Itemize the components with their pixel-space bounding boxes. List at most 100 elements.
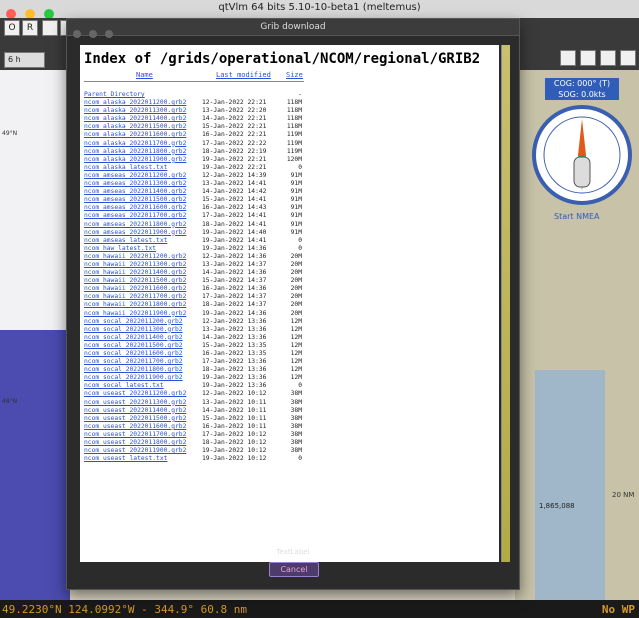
file-link[interactable]: ncom_alaska_latest.txt	[84, 164, 202, 172]
file-link[interactable]: ncom_hawaii_2022011300.grb2	[84, 261, 202, 269]
file-size: 118M	[286, 107, 302, 115]
file-link[interactable]: ncom_amseas_2022011600.grb2	[84, 204, 202, 212]
column-header-modified[interactable]: Last modified	[216, 71, 271, 79]
parent-directory-link[interactable]: Parent Directory	[84, 91, 202, 99]
file-link[interactable]: ncom_socal_2022011500.grb2	[84, 342, 202, 350]
file-link[interactable]: ncom_amseas_2022011300.grb2	[84, 180, 202, 188]
file-modified: 14-Jan-2022 13:36	[202, 333, 267, 341]
file-size: 38M	[290, 414, 302, 422]
file-link[interactable]: ncom_useast_2022011500.grb2	[84, 415, 202, 423]
file-modified: 15-Jan-2022 22:21	[202, 123, 267, 131]
file-link[interactable]: ncom_alaska_2022011800.grb2	[84, 148, 202, 156]
file-row: ncom_socal_latest.txt 19-Jan-2022 13:36 0	[84, 382, 499, 390]
file-modified: 19-Jan-2022 13:36	[202, 374, 267, 382]
file-link[interactable]: ncom_alaska_2022011200.grb2	[84, 99, 202, 107]
file-size: 118M	[286, 99, 302, 107]
file-link[interactable]: ncom_amseas_2022011700.grb2	[84, 212, 202, 220]
file-link[interactable]: ncom_useast_2022011600.grb2	[84, 423, 202, 431]
file-link[interactable]: ncom_socal_2022011600.grb2	[84, 350, 202, 358]
file-link[interactable]: ncom_amseas_2022011900.grb2	[84, 229, 202, 237]
file-size: 12M	[290, 317, 302, 325]
toolbar-button[interactable]	[560, 50, 576, 66]
toolbar-button[interactable]	[620, 50, 636, 66]
start-nmea-link[interactable]: Start NMEA	[554, 212, 600, 221]
vertical-scrollbar[interactable]	[501, 45, 510, 562]
page-title: Index of /grids/operational/NCOM/regiona…	[84, 51, 481, 67]
file-link[interactable]: ncom_hawaii_2022011500.grb2	[84, 277, 202, 285]
file-modified: 19-Jan-2022 10:12	[202, 447, 267, 455]
file-size: 38M	[290, 398, 302, 406]
sog-readout: SOG: 0.0kts	[545, 89, 619, 100]
file-link[interactable]: ncom_amseas_latest.txt	[84, 237, 202, 245]
file-row: ncom_hawaii_2022011500.grb2 15-Jan-2022 1…	[84, 277, 499, 285]
file-size: 12M	[290, 341, 302, 349]
file-modified: 18-Jan-2022 13:36	[202, 366, 267, 374]
file-row: ncom_hawaii_2022011400.grb2 14-Jan-2022 1…	[84, 269, 499, 277]
file-link[interactable]: ncom_socal_2022011800.grb2	[84, 366, 202, 374]
cancel-button[interactable]: Cancel	[269, 562, 319, 577]
file-link[interactable]: ncom_socal_latest.txt	[84, 382, 202, 390]
file-modified: 15-Jan-2022 13:35	[202, 341, 267, 349]
file-row: ncom_useast_2022011900.grb2 19-Jan-2022 1…	[84, 447, 499, 455]
file-row: Parent Directory -	[84, 91, 499, 99]
file-link[interactable]: ncom_alaska_2022011500.grb2	[84, 123, 202, 131]
toolbar-button[interactable]	[600, 50, 616, 66]
file-size: 38M	[290, 422, 302, 430]
toolbar-button[interactable]	[42, 20, 58, 36]
file-size: 119M	[286, 131, 302, 139]
file-link[interactable]: ncom_haw_latest.txt	[84, 245, 202, 253]
file-link[interactable]: ncom_useast_2022011200.grb2	[84, 390, 202, 398]
file-size: 20M	[290, 252, 302, 260]
file-link[interactable]: ncom_alaska_2022011700.grb2	[84, 140, 202, 148]
file-row: ncom_hawaii_2022011200.grb2 12-Jan-2022 1…	[84, 253, 499, 261]
toolbar-button[interactable]	[580, 50, 596, 66]
toolbar-button-r[interactable]: R	[22, 20, 38, 36]
file-link[interactable]: ncom_alaska_2022011300.grb2	[84, 107, 202, 115]
column-header-size[interactable]: Size	[286, 71, 303, 79]
file-link[interactable]: ncom_useast_2022011900.grb2	[84, 447, 202, 455]
file-link[interactable]: ncom_alaska_2022011900.grb2	[84, 156, 202, 164]
file-link[interactable]: ncom_hawaii_2022011600.grb2	[84, 285, 202, 293]
file-size: 118M	[286, 123, 302, 131]
file-link[interactable]: ncom_hawaii_2022011800.grb2	[84, 301, 202, 309]
file-row: ncom_useast_2022011700.grb2 17-Jan-2022 1…	[84, 431, 499, 439]
file-row: ncom_amseas_2022011700.grb2 17-Jan-2022 1…	[84, 212, 499, 220]
file-link[interactable]: ncom_hawaii_2022011900.grb2	[84, 310, 202, 318]
column-header-name[interactable]: Name	[136, 71, 153, 79]
dialog-title-bar: Grib download	[67, 19, 519, 38]
file-row: ncom_alaska_2022011700.grb2 17-Jan-2022 2…	[84, 140, 499, 148]
file-link[interactable]: ncom_amseas_2022011800.grb2	[84, 221, 202, 229]
file-link[interactable]: ncom_socal_2022011400.grb2	[84, 334, 202, 342]
file-link[interactable]: ncom_useast_2022011700.grb2	[84, 431, 202, 439]
file-size: 20M	[290, 309, 302, 317]
file-link[interactable]: ncom_hawaii_2022011400.grb2	[84, 269, 202, 277]
file-link[interactable]: ncom_socal_2022011900.grb2	[84, 374, 202, 382]
file-link[interactable]: ncom_hawaii_2022011700.grb2	[84, 293, 202, 301]
time-step-select[interactable]: 6 h	[4, 52, 45, 68]
file-link[interactable]: ncom_amseas_2022011400.grb2	[84, 188, 202, 196]
file-link[interactable]: ncom_amseas_2022011200.grb2	[84, 172, 202, 180]
file-link[interactable]: ncom_useast_2022011400.grb2	[84, 407, 202, 415]
file-link[interactable]: ncom_alaska_2022011600.grb2	[84, 131, 202, 139]
compass-rose	[532, 105, 632, 205]
file-size: 91M	[290, 228, 302, 236]
file-link[interactable]: ncom_amseas_2022011500.grb2	[84, 196, 202, 204]
file-row: ncom_amseas_2022011300.grb2 13-Jan-2022 1…	[84, 180, 499, 188]
file-size: 12M	[290, 350, 302, 357]
file-link[interactable]: ncom_useast_latest.txt	[84, 455, 202, 463]
file-link[interactable]: ncom_alaska_2022011400.grb2	[84, 115, 202, 123]
file-modified: 18-Jan-2022 14:41	[202, 220, 267, 228]
file-link[interactable]: ncom_useast_2022011300.grb2	[84, 399, 202, 407]
lat-label: 49°N	[2, 130, 18, 137]
toolbar-button-o[interactable]: O	[4, 20, 20, 36]
file-link[interactable]: ncom_socal_2022011700.grb2	[84, 358, 202, 366]
file-size: 120M	[286, 155, 302, 163]
file-link[interactable]: ncom_socal_2022011200.grb2	[84, 318, 202, 326]
file-modified: 13-Jan-2022 14:41	[202, 180, 267, 188]
file-row: ncom_useast_2022011200.grb2 12-Jan-2022 1…	[84, 390, 499, 398]
directory-listing[interactable]: Index of /grids/operational/NCOM/regiona…	[80, 45, 499, 562]
file-modified: 16-Jan-2022 13:35	[202, 350, 267, 357]
file-link[interactable]: ncom_useast_2022011800.grb2	[84, 439, 202, 447]
file-link[interactable]: ncom_hawaii_2022011200.grb2	[84, 253, 202, 261]
file-link[interactable]: ncom_socal_2022011300.grb2	[84, 326, 202, 334]
